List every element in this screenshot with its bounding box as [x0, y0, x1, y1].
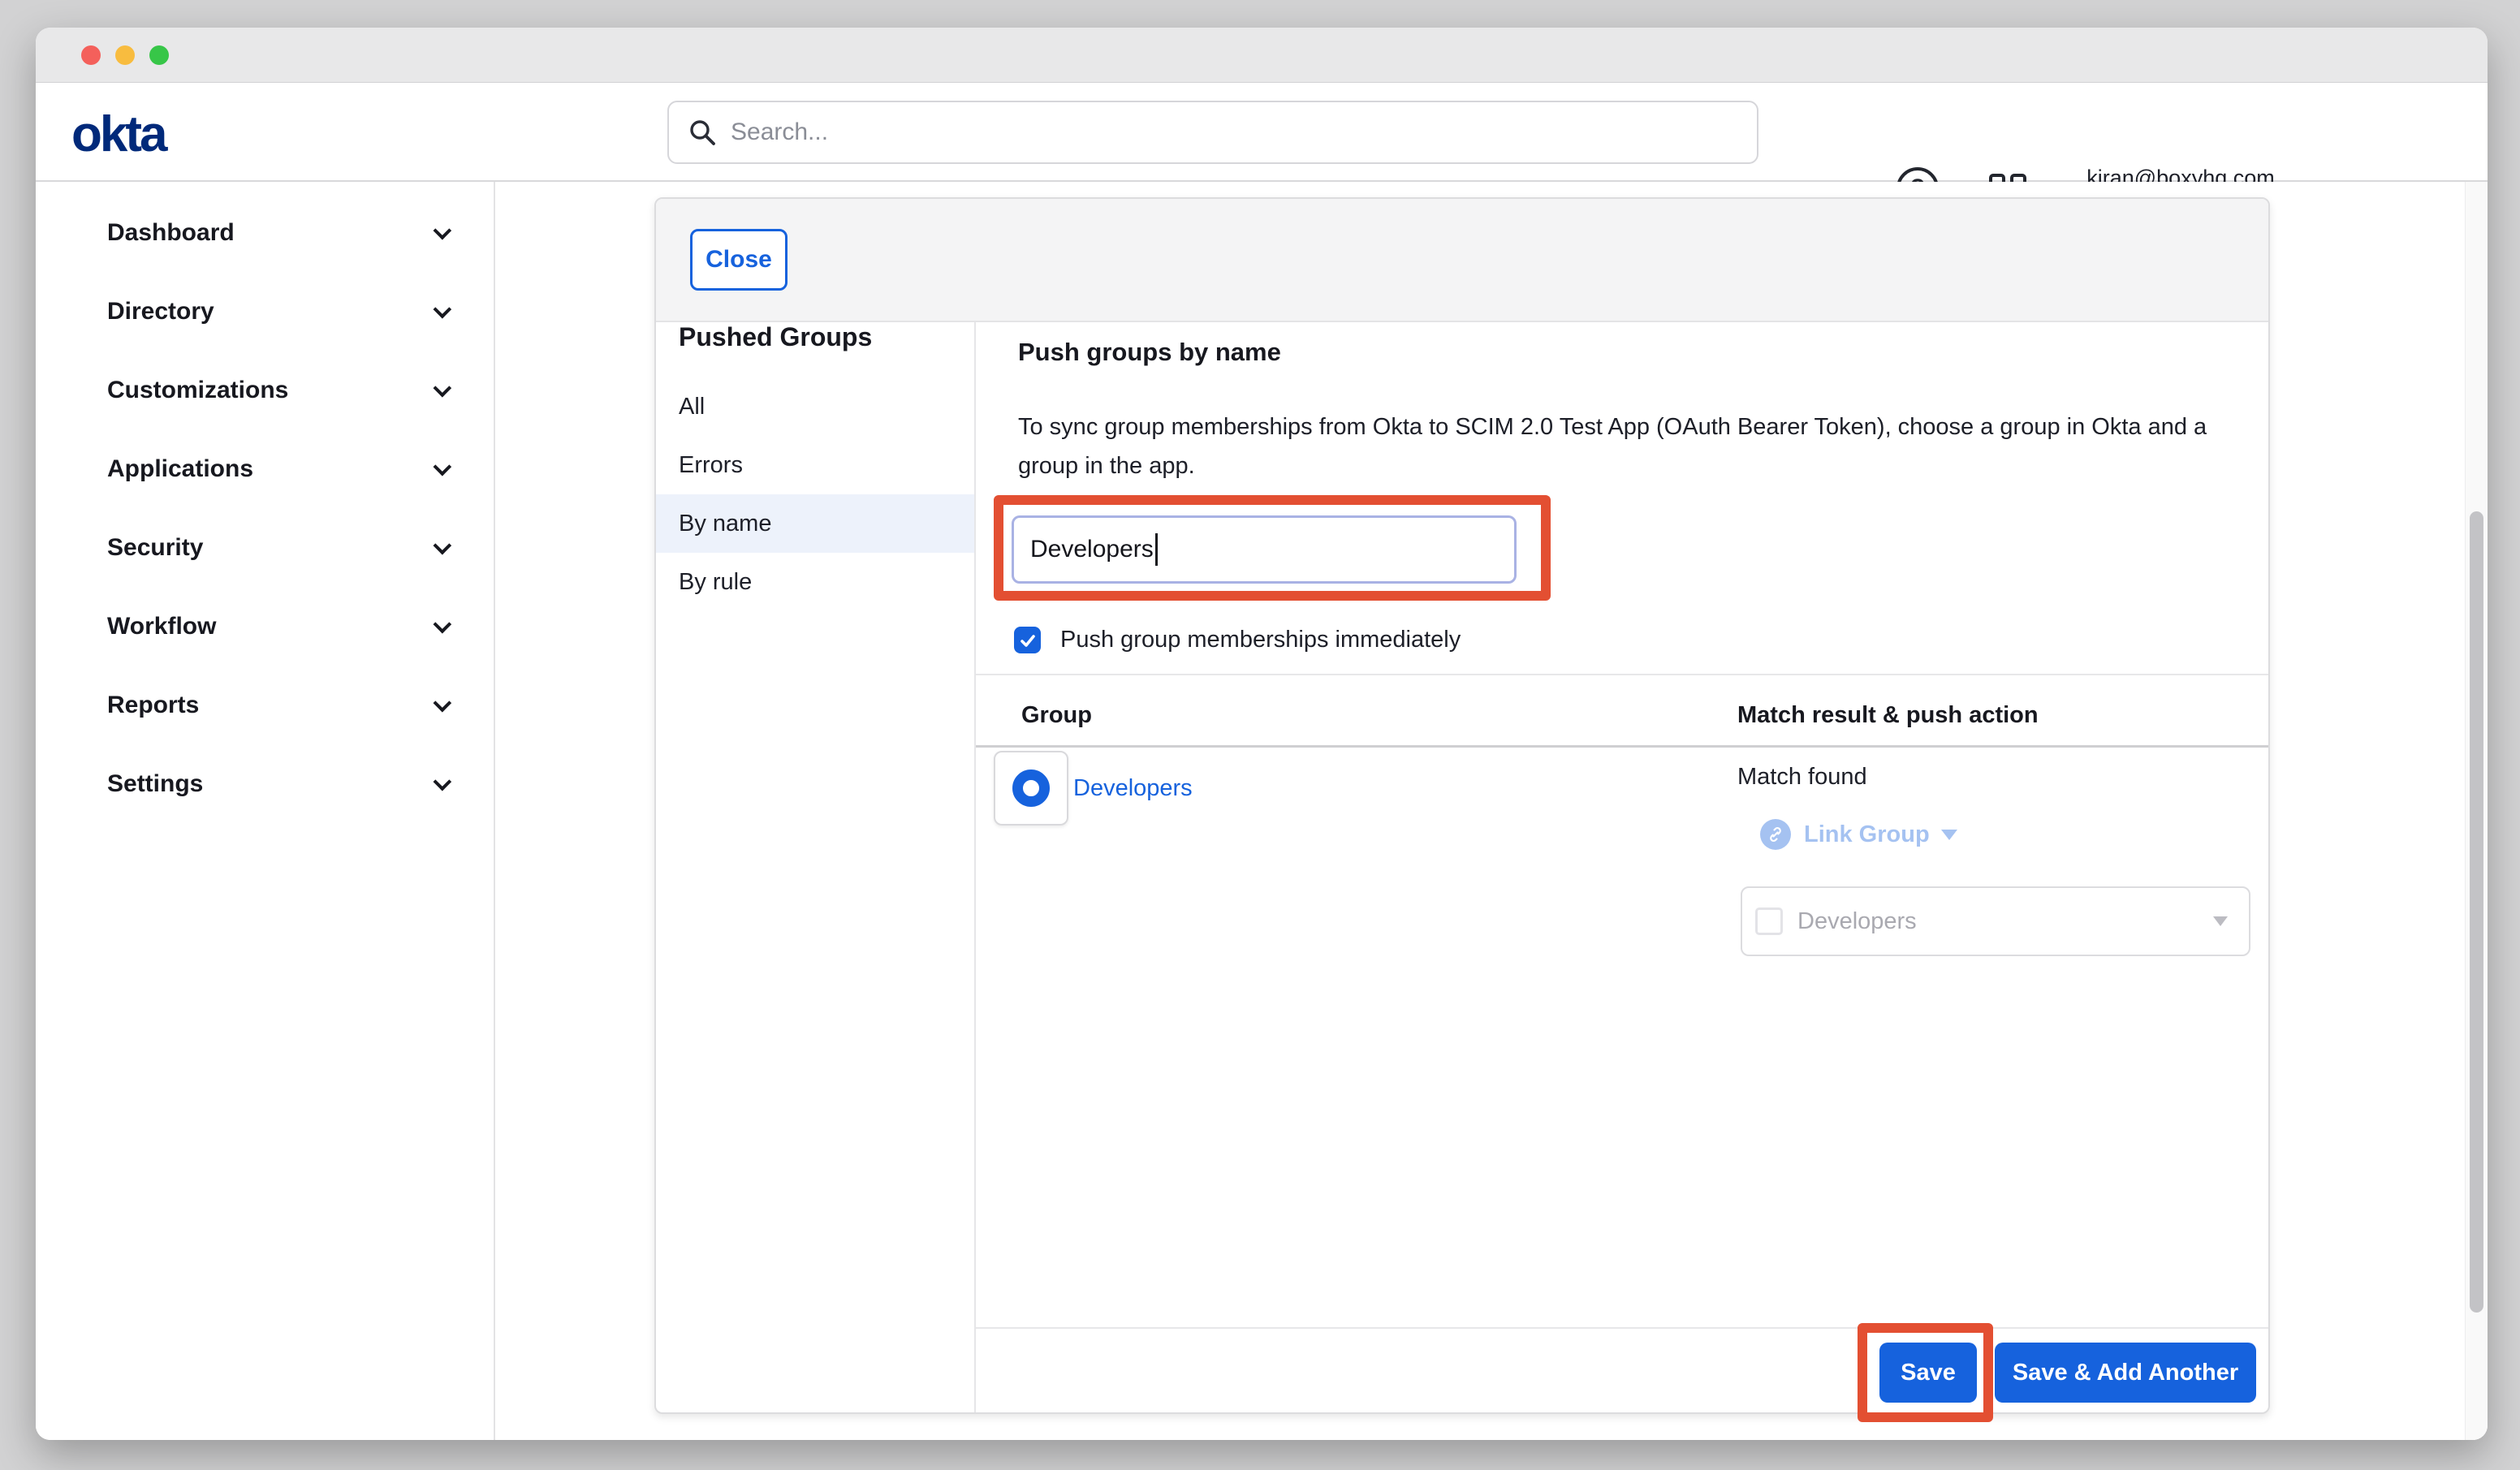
window-titlebar	[36, 28, 2488, 83]
link-group-caret-icon	[1941, 830, 1957, 840]
link-group-button[interactable]: Link Group	[1760, 819, 1957, 850]
window-minimize-icon[interactable]	[115, 45, 135, 65]
panel-title: Push groups by name	[1018, 337, 1281, 368]
close-button[interactable]: Close	[690, 229, 788, 291]
text-cursor	[1155, 533, 1158, 566]
push-immediately-row: Push group memberships immediately	[1014, 627, 1461, 653]
dialog-main: Pushed Groups All Errors By name By rule…	[656, 322, 2268, 1412]
panel-description: To sync group memberships from Okta to S…	[1018, 407, 2246, 485]
chevron-down-icon	[434, 221, 452, 239]
link-icon	[1760, 819, 1791, 850]
select-caret-icon	[2213, 916, 2228, 926]
sidebar-item-workflow[interactable]: Workflow	[36, 587, 494, 666]
chevron-down-icon	[434, 772, 452, 791]
window-zoom-icon[interactable]	[149, 45, 169, 65]
target-group-value: Developers	[1797, 908, 1917, 935]
group-name-link[interactable]: Developers	[1073, 775, 1193, 802]
group-icon	[1012, 769, 1050, 807]
dialog-toolbar: Close	[656, 199, 2268, 322]
window-close-icon[interactable]	[81, 45, 101, 65]
global-search[interactable]	[667, 101, 1758, 164]
sidebar-item-security[interactable]: Security	[36, 508, 494, 587]
footer-divider	[976, 1327, 2268, 1329]
sidebar: Dashboard Directory Customizations Appli…	[36, 182, 495, 1440]
app-body: Dashboard Directory Customizations Appli…	[36, 182, 2488, 1440]
chevron-down-icon	[434, 457, 452, 476]
chevron-down-icon	[434, 536, 452, 554]
push-groups-dialog: Close Pushed Groups All Errors By name B…	[654, 197, 2270, 1414]
nav-item-by-name[interactable]: By name	[656, 494, 974, 553]
match-status: Match found	[1737, 764, 1867, 791]
sidebar-item-directory[interactable]: Directory	[36, 272, 494, 351]
link-group-label: Link Group	[1804, 821, 1930, 848]
app-header: okta ? kiran@boxyhq.com okta-dev-2090126…	[36, 83, 2488, 182]
push-by-name-panel: Push groups by name To sync group member…	[976, 322, 2268, 1412]
sidebar-item-settings[interactable]: Settings	[36, 744, 494, 823]
sidebar-item-reports[interactable]: Reports	[36, 666, 494, 744]
group-search-value: Developers	[1030, 536, 1154, 563]
nav-item-all[interactable]: All	[656, 377, 974, 436]
column-header-match: Match result & push action	[1737, 702, 2039, 729]
search-icon	[687, 117, 718, 148]
pushed-groups-nav: Pushed Groups All Errors By name By rule	[656, 322, 976, 1412]
search-input[interactable]	[731, 119, 1705, 146]
pushed-groups-title: Pushed Groups	[656, 322, 974, 351]
target-group-select[interactable]: Developers	[1741, 886, 2250, 956]
scrollbar-track[interactable]	[2465, 182, 2488, 1440]
nav-item-by-rule[interactable]: By rule	[656, 553, 974, 611]
push-immediately-label: Push group memberships immediately	[1060, 627, 1461, 653]
nav-item-errors[interactable]: Errors	[656, 436, 974, 494]
chevron-down-icon	[434, 378, 452, 397]
chevron-down-icon	[434, 614, 452, 633]
save-add-another-button[interactable]: Save & Add Another	[1995, 1343, 2256, 1403]
group-icon-tile	[994, 751, 1068, 826]
chevron-down-icon	[434, 300, 452, 318]
table-header-underline	[976, 745, 2268, 748]
target-group-icon	[1755, 907, 1783, 935]
save-button[interactable]: Save	[1879, 1343, 1977, 1403]
column-header-group: Group	[1021, 702, 1092, 729]
sidebar-item-dashboard[interactable]: Dashboard	[36, 193, 494, 272]
okta-logo: okta	[71, 106, 165, 163]
chevron-down-icon	[434, 693, 452, 712]
scrollbar-thumb[interactable]	[2470, 511, 2483, 1313]
sidebar-item-customizations[interactable]: Customizations	[36, 351, 494, 429]
browser-window: okta ? kiran@boxyhq.com okta-dev-2090126…	[36, 28, 2488, 1440]
table-top-divider	[976, 674, 2268, 675]
checkmark-icon	[1018, 631, 1038, 650]
sidebar-item-applications[interactable]: Applications	[36, 429, 494, 508]
push-immediately-checkbox[interactable]	[1014, 627, 1041, 653]
group-search-input[interactable]: Developers	[1012, 515, 1517, 584]
